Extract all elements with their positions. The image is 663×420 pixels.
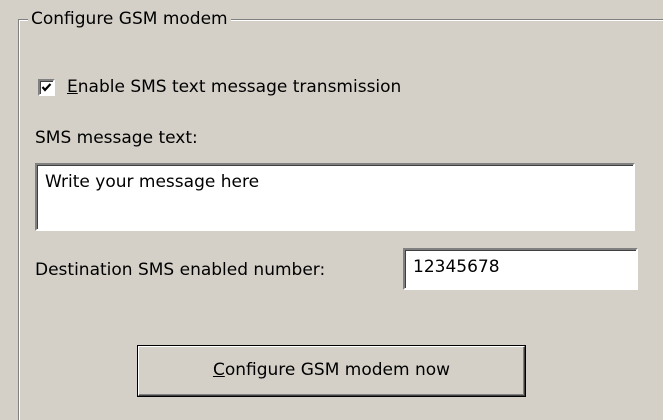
groupbox-title: Configure GSM modem	[28, 8, 231, 30]
configure-gsm-button[interactable]: Configure GSM modem now	[138, 346, 525, 396]
sms-message-textarea[interactable]: Write your message here	[35, 163, 635, 231]
configure-button-label: onfigure GSM modem now	[224, 360, 451, 380]
destination-number-input[interactable]: 12345678	[403, 248, 638, 290]
enable-sms-label-accel: E	[67, 77, 78, 97]
enable-sms-checkbox[interactable]	[38, 78, 55, 96]
configure-button-accel: C	[212, 360, 225, 380]
destination-number-label: Destination SMS enabled number:	[35, 260, 326, 280]
enable-sms-label-text: nable SMS text message transmission	[77, 77, 402, 97]
checkmark-icon	[41, 82, 52, 92]
enable-sms-label[interactable]: Enable SMS text message transmission	[67, 76, 401, 98]
sms-message-label: SMS message text:	[35, 128, 198, 148]
enable-sms-row[interactable]: Enable SMS text message transmission	[38, 76, 401, 98]
